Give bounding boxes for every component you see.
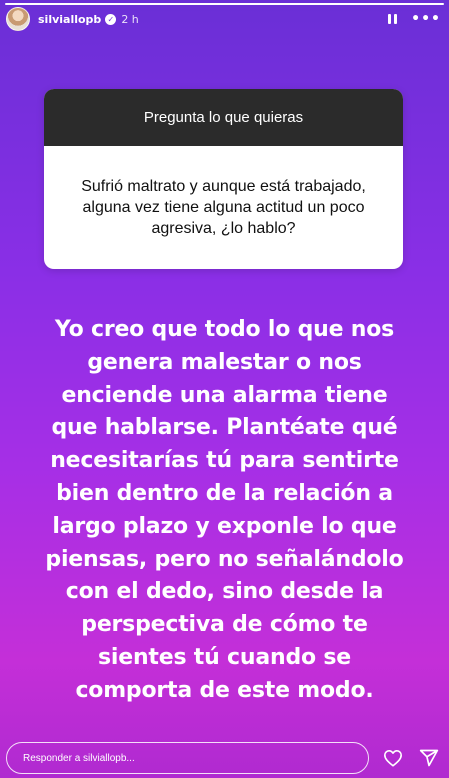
header-actions: •••	[388, 12, 441, 26]
answer-line: comporta de este modo.	[75, 677, 374, 703]
story-progress-fill	[5, 3, 444, 5]
answer-text: Yo creo que todo lo que nos genera males…	[18, 314, 431, 708]
story-progress-bar	[5, 3, 444, 5]
answer-line: largo plazo y exponle lo que	[52, 513, 397, 539]
heart-icon[interactable]	[383, 749, 403, 767]
answer-line: piensas, pero no señalándolo	[45, 546, 404, 572]
answer-line: Yo creo que todo lo que nos	[54, 317, 395, 342]
more-options-icon[interactable]: •••	[411, 12, 441, 26]
avatar[interactable]	[6, 7, 30, 31]
question-text: Sufrió maltrato y aunque está trabajado,…	[81, 178, 366, 237]
send-icon[interactable]	[419, 748, 439, 768]
story-header: silviallopb ✓ 2 h •••	[6, 6, 441, 32]
question-sticker-title: Pregunta lo que quieras	[44, 89, 403, 146]
answer-line: necesitarías tú para sentirte	[50, 448, 399, 474]
verified-badge-icon: ✓	[105, 13, 117, 25]
answer-line: perspectiva de cómo te	[81, 612, 368, 638]
answer-line: genera malestar o nos	[87, 349, 362, 375]
answer-line: con el dedo, sino desde la	[65, 579, 384, 605]
answer-line: enciende una alarma tiene	[61, 382, 388, 408]
reply-input[interactable]: Responder a silviallopb...	[6, 742, 369, 774]
username[interactable]: silviallopb	[38, 13, 101, 26]
answer-line: sientes tú cuando se	[98, 644, 351, 670]
question-sticker: Pregunta lo que quieras Sufrió maltrato …	[44, 89, 403, 269]
answer-line: que hablarse. Plantéate qué	[51, 415, 398, 441]
pause-icon[interactable]	[388, 14, 398, 24]
story-footer: Responder a silviallopb...	[6, 742, 439, 774]
answer-line: bien dentro de la relación a	[56, 480, 393, 506]
timestamp: 2 h	[121, 12, 139, 26]
